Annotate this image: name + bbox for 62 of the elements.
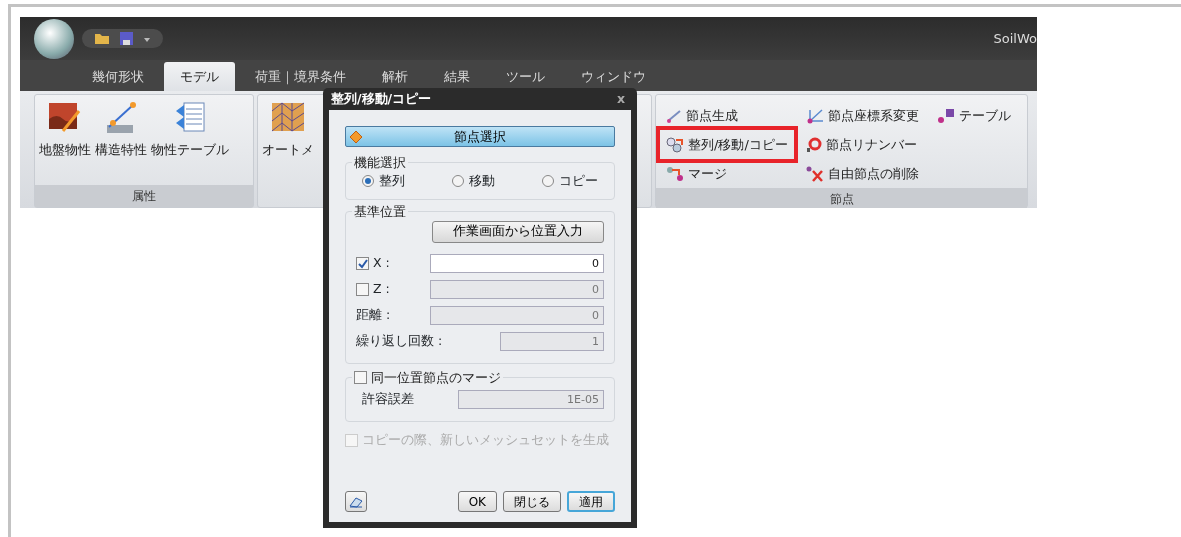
table-node-icon [936,107,955,124]
terrain-icon [49,101,81,133]
ribbon-tab[interactable]: 幾何形状 [76,61,160,91]
ribbon-button[interactable]: 節点生成 [660,101,794,130]
ribbon-button[interactable]: 地盤物性 [39,101,91,185]
ribbon-tab[interactable]: ツール [490,61,561,91]
checkbox[interactable] [354,370,367,384]
ribbon-button[interactable]: オートメ [262,101,314,207]
input-field[interactable]: 1 [500,332,604,352]
pick-position-button[interactable]: 作業画面から位置入力 [432,220,604,243]
dialog-title: 整列/移動/コピー [331,89,432,108]
group-label: 基準位置 [353,203,407,219]
window-title: SoilWo [993,29,1037,48]
ribbon-button[interactable]: マージ [660,159,794,188]
circles-icon [666,136,684,153]
ribbon-button[interactable]: 整列/移動/コピー [660,130,794,159]
ribbon-tab[interactable]: ウィンドウ [565,61,662,91]
diamond-icon [349,130,363,144]
ribbon-tab[interactable]: 荷重｜境界条件 [239,61,362,91]
input-field[interactable]: 0 [430,306,604,326]
checkmark-icon [357,258,368,269]
delete-node-icon [805,165,824,182]
ribbon-button[interactable]: 自由節点の削除 [799,159,925,188]
field-label: 許容誤差 [362,390,414,409]
checkbox-label: 同一位置節点のマージ [371,369,501,385]
mesh-icon [272,101,304,133]
dialog-button[interactable]: 閉じる [503,491,561,512]
ribbon-tab[interactable]: 結果 [428,61,486,91]
group-label: 属性 [35,185,253,207]
dialog-button[interactable]: OK [457,491,497,512]
ribbon-button[interactable]: 節点リナンバー [799,130,925,159]
group-label: 機能選択 [353,155,407,170]
ribbon-tab[interactable]: 解析 [366,61,424,91]
checkbox[interactable] [356,283,369,297]
field-label: X : [373,254,390,273]
app-menu-button[interactable] [34,18,74,59]
group-label: 節点 [656,188,1027,208]
eraser-button[interactable] [345,491,367,512]
close-button[interactable]: x [612,89,629,109]
checkbox[interactable] [356,257,369,271]
axes-icon [805,107,824,124]
input-field[interactable]: 0 [430,254,604,274]
save-icon [120,32,133,45]
table-icon [174,101,206,133]
field-label: 繰り返し回数 : [356,332,443,351]
ribbon-tab[interactable]: モデル [164,61,235,91]
ribbon-button[interactable]: 節点座標系変更 [799,101,925,130]
radio-option[interactable]: コピー [542,172,598,191]
field-label: 距離 : [356,306,391,325]
input-field[interactable]: 1E-05 [458,390,604,410]
merge-nodes-icon [666,165,684,182]
radio-option[interactable]: 整列 [362,172,405,191]
dialog-button[interactable]: 適用 [567,491,615,512]
ribbon-button[interactable]: 物性テーブル [151,101,229,185]
line-icon [666,108,682,123]
select-nodes-button[interactable]: 節点選択 [345,126,615,147]
ribbon-button[interactable]: テーブル [930,101,1017,130]
eraser-icon [349,495,363,508]
radio-option[interactable]: 移動 [452,172,495,191]
ribbon-button[interactable]: 構造特性 [95,101,147,185]
folder-icon [94,32,110,45]
field-label: Z : [373,280,390,299]
